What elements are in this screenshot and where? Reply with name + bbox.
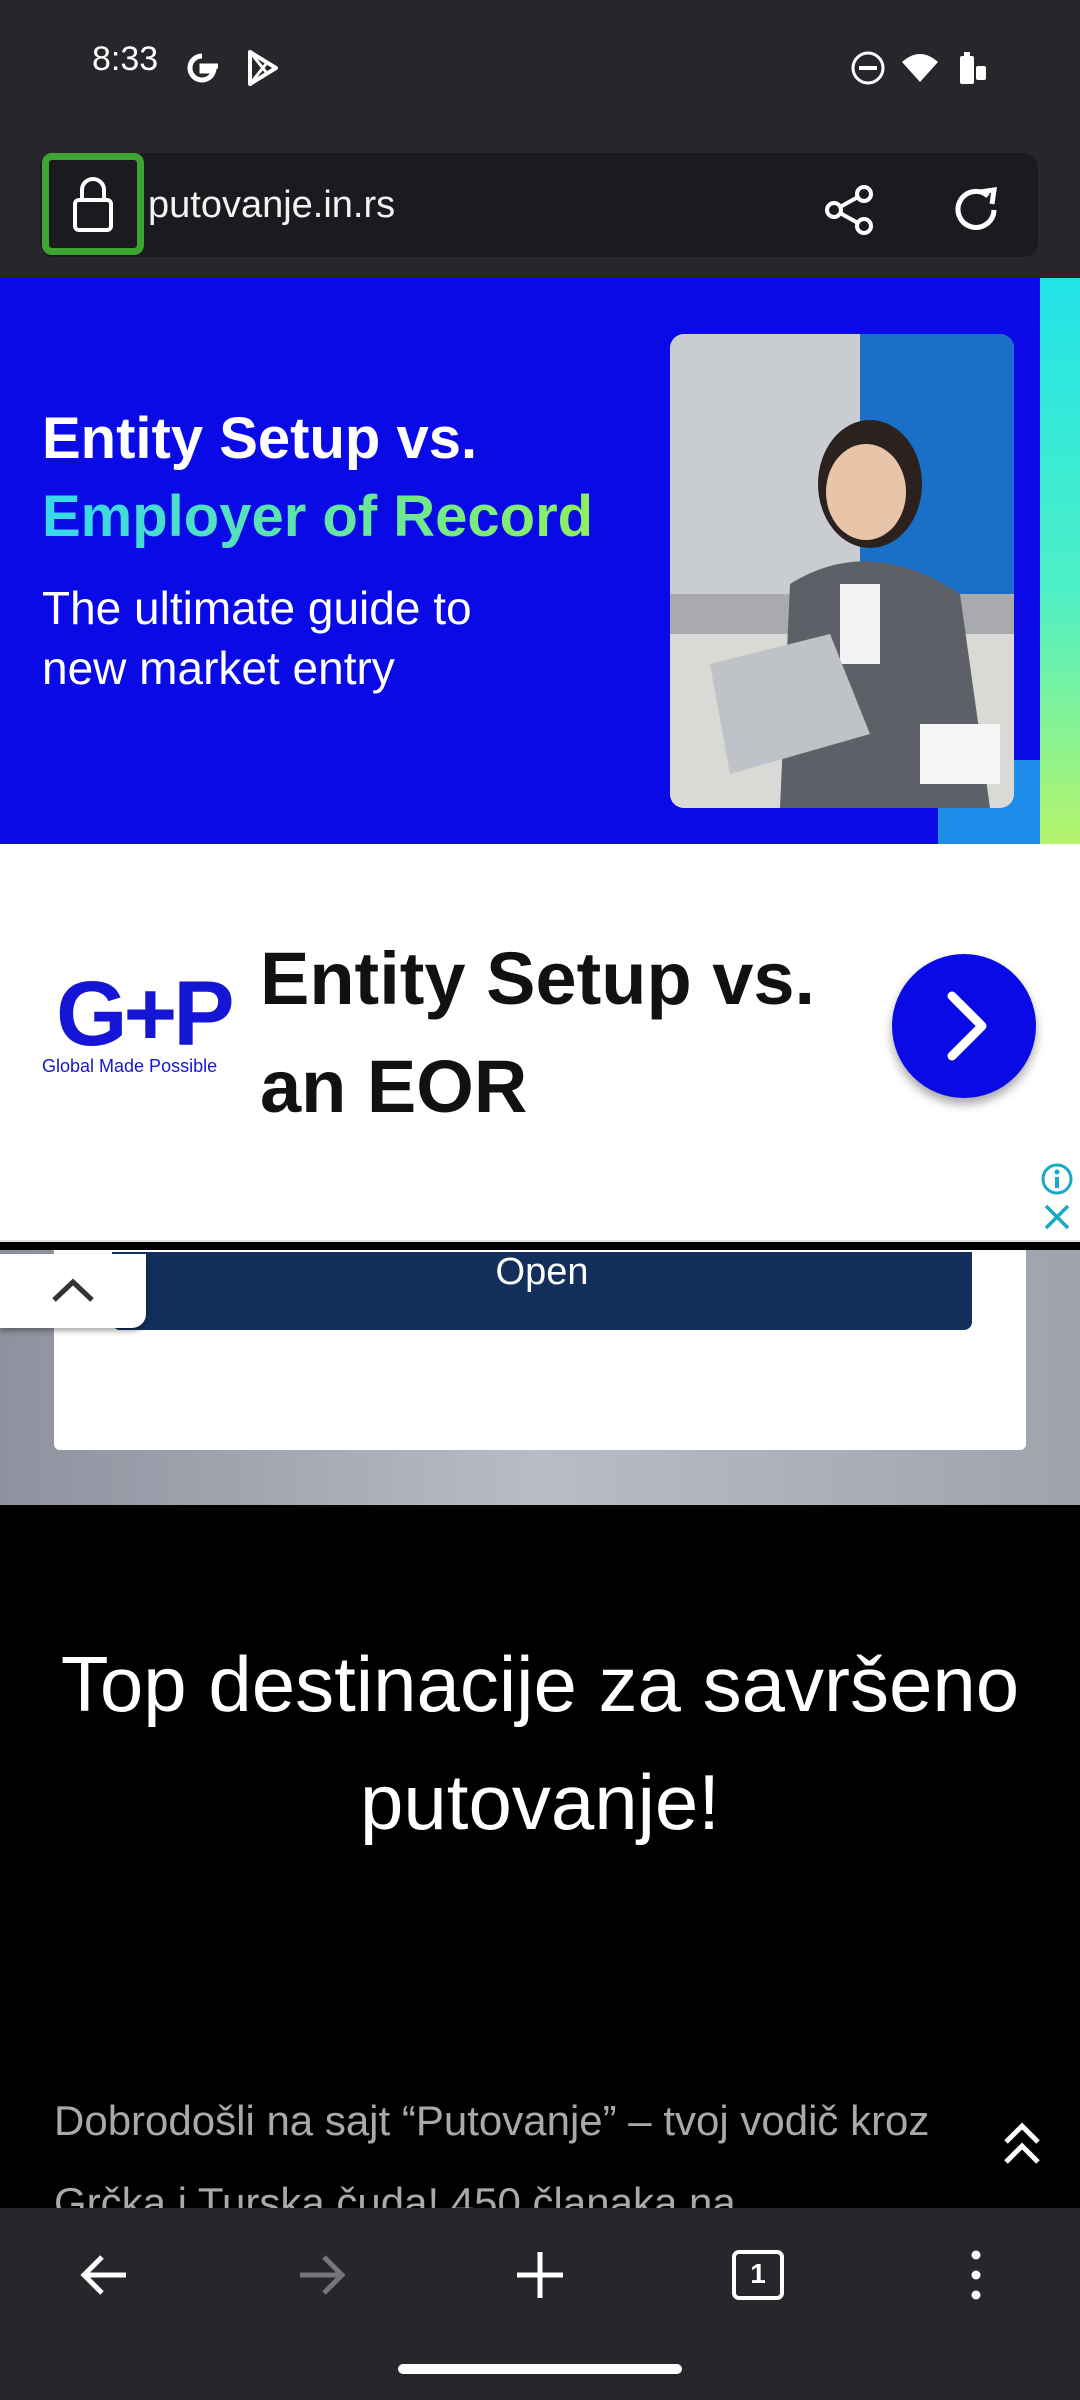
open-button[interactable]: Open — [112, 1252, 972, 1330]
more-menu-icon[interactable] — [936, 2240, 1016, 2310]
site-info-button[interactable] — [42, 153, 144, 255]
google-icon — [187, 53, 218, 83]
chevron-up-icon — [52, 1278, 94, 1302]
ad-cta-button[interactable] — [892, 954, 1036, 1098]
ad-subline: The ultimate guide to new market entry — [42, 582, 472, 694]
page-heading: Top destinacije za savršeno putovanje! — [60, 1640, 1020, 1846]
share-icon[interactable] — [820, 180, 880, 240]
forward-arrow-icon[interactable] — [282, 2240, 362, 2310]
ad-headline-1: Entity Setup vs. — [42, 406, 478, 471]
do-not-disturb-icon — [851, 51, 885, 85]
ad-logo-tagline: Global Made Possible — [42, 1056, 218, 1076]
lock-icon — [73, 177, 113, 232]
wifi-icon — [902, 54, 938, 82]
ad-accent-strip — [1040, 278, 1080, 844]
tab-count: 1 — [750, 2258, 766, 2289]
tab-switcher-button[interactable]: 1 — [718, 2240, 798, 2310]
battery-icon — [960, 52, 986, 84]
home-indicator[interactable] — [398, 2364, 682, 2374]
back-arrow-icon[interactable] — [64, 2240, 144, 2310]
status-time: 8:33 — [92, 40, 159, 78]
play-store-icon — [248, 50, 278, 86]
ad-photo — [670, 334, 1014, 808]
chevron-right-icon — [947, 991, 987, 1061]
ad-headline-2: Employer of Record — [42, 484, 594, 549]
ad-collapse-button[interactable] — [0, 1254, 146, 1328]
ad-title[interactable]: Entity Setup vs. an EOR — [260, 925, 860, 1141]
ad-close-icon[interactable] — [1040, 1200, 1074, 1234]
scroll-to-top-icon[interactable] — [998, 2118, 1046, 2170]
ad-logo: G+P — [56, 963, 235, 1065]
url-text[interactable]: putovanje.in.rs — [148, 184, 395, 227]
new-tab-icon[interactable] — [500, 2240, 580, 2310]
ad-info-icon[interactable] — [1040, 1162, 1074, 1196]
reload-icon[interactable] — [944, 178, 1008, 242]
